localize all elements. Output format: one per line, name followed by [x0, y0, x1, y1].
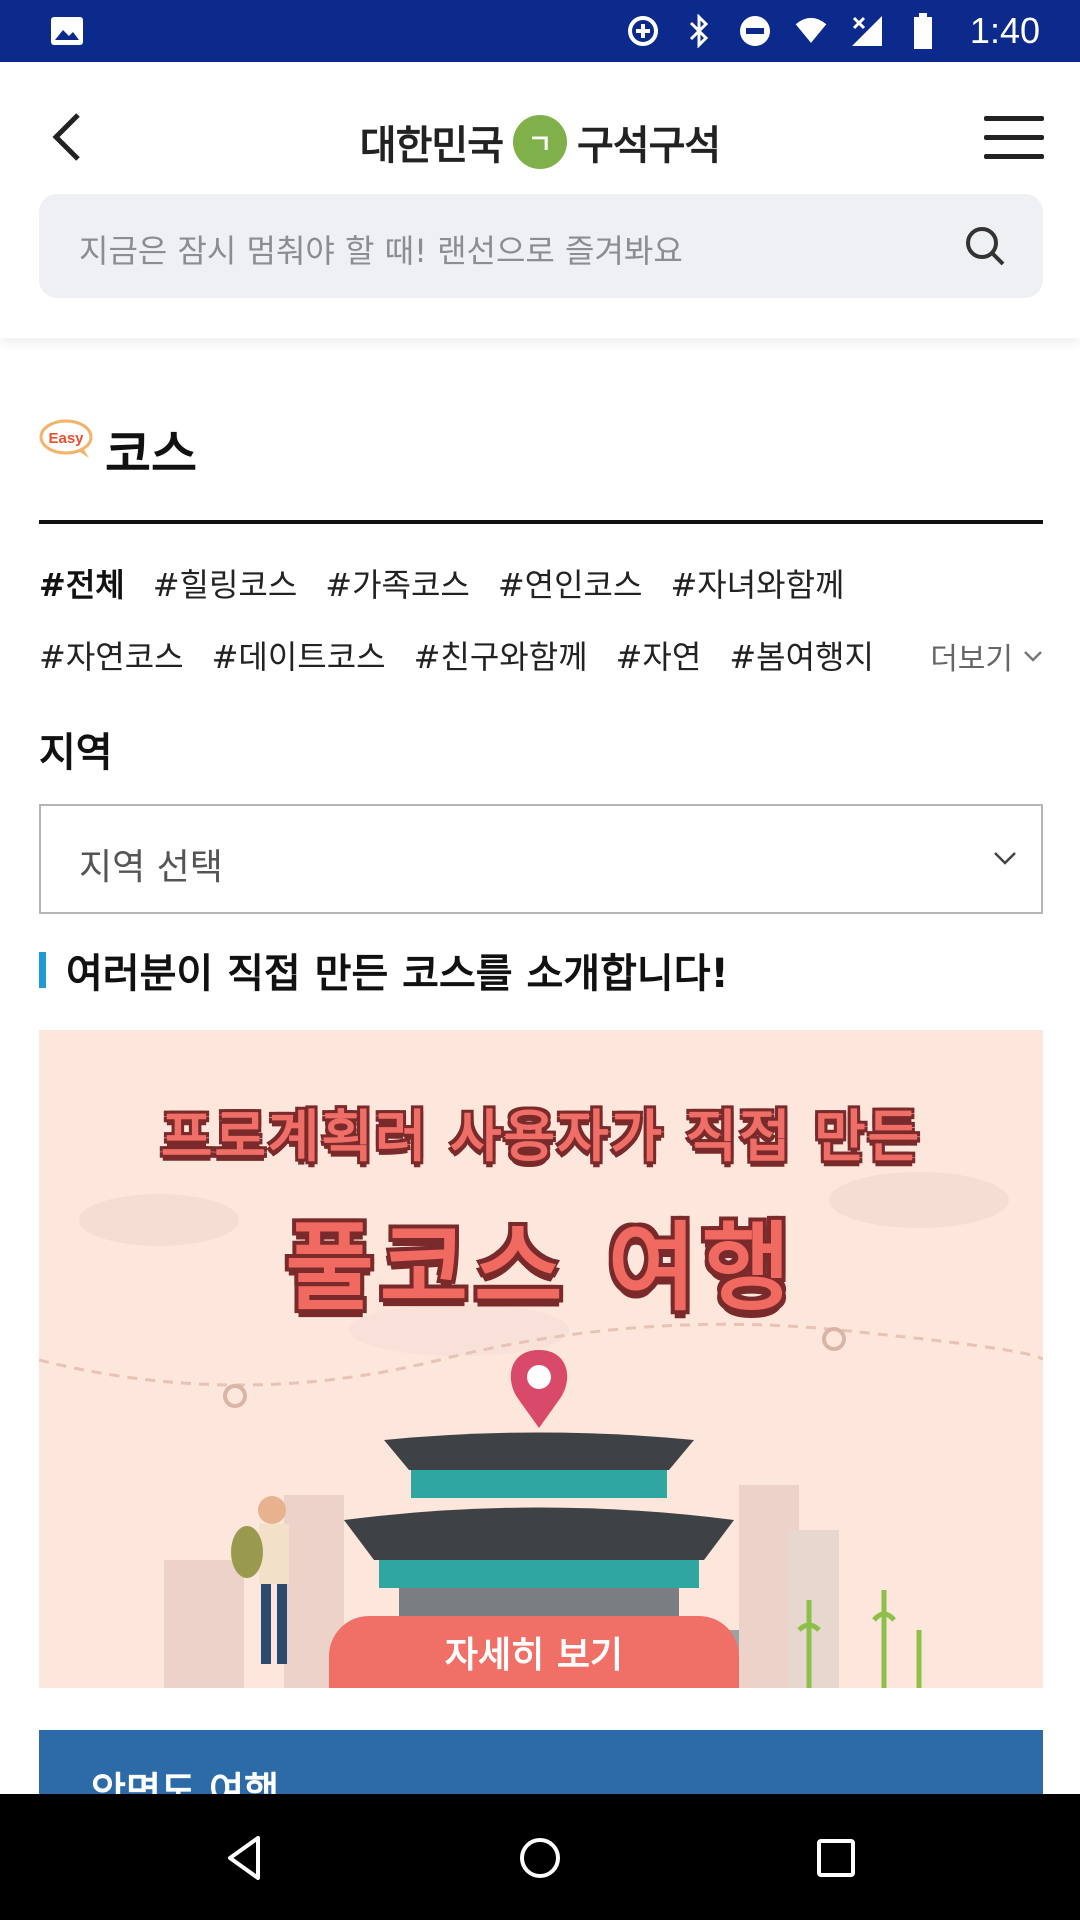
tag-with-friends[interactable]: #친구와함께 — [414, 632, 588, 678]
menu-button[interactable] — [984, 102, 1044, 172]
section-heading-text: 여러분이 직접 만든 코스를 소개합니다! — [66, 951, 729, 997]
logo-text-right: 구석구석 — [577, 123, 721, 169]
system-nav-bar — [0, 1794, 1080, 1920]
more-label: 더보기 — [930, 642, 1013, 677]
status-bar: 1:40 — [0, 0, 1080, 62]
region-select-value: 지역 선택 — [79, 847, 223, 888]
search-placeholder: 지금은 잠시 멈춰야 할 때! 랜선으로 즐겨봐요 — [79, 232, 683, 270]
data-saver-icon — [626, 14, 660, 48]
view-details-button[interactable]: 자세히 보기 — [329, 1616, 739, 1688]
search-input[interactable]: 지금은 잠시 멈춰야 할 때! 랜선으로 즐겨봐요 — [39, 194, 1043, 298]
bluetooth-icon — [682, 14, 716, 48]
nav-home-icon[interactable] — [512, 1830, 568, 1886]
do-not-disturb-icon — [738, 14, 772, 48]
tag-all[interactable]: #전체 — [39, 560, 125, 606]
banner-headline: 프로계획러 사용자가 직접 만든 — [160, 1105, 922, 1170]
title-divider — [39, 520, 1043, 524]
tag-spring-trip[interactable]: #봄여행지 — [729, 632, 874, 678]
chevron-down-icon — [1024, 651, 1042, 662]
banner-title: 풀코스 여행 — [285, 1212, 797, 1324]
page-title: 코스 — [105, 425, 197, 483]
image-notification-icon — [50, 16, 84, 46]
app-header: 대한민국 ㄱ 구석구석 지금은 잠시 멈춰야 할 때! 랜선으로 즐겨봐요 — [0, 62, 1080, 338]
hamburger-line — [984, 153, 1044, 159]
tag-nature-course[interactable]: #자연코스 — [39, 632, 184, 678]
hamburger-icon — [984, 115, 1044, 121]
search-icon[interactable] — [963, 224, 1007, 268]
tag-list-row-1: #전체 #힐링코스 #가족코스 #연인코스 #자녀와함께 — [39, 560, 1043, 606]
wifi-icon — [794, 14, 828, 48]
nav-recents-icon[interactable] — [808, 1830, 864, 1886]
promo-banner[interactable]: 프로계획러 사용자가 직접 만든 풀코스 여행 자세히 보기 — [39, 1030, 1043, 1688]
region-select[interactable]: 지역 선택 — [39, 804, 1043, 914]
signal-icon — [850, 14, 884, 48]
region-label: 지역 — [39, 730, 113, 776]
tag-date-course[interactable]: #데이트코스 — [212, 632, 386, 678]
easy-badge-text: Easy — [48, 430, 84, 447]
site-logo[interactable]: 대한민국 ㄱ 구석구석 — [0, 100, 1080, 184]
battery-icon — [906, 13, 940, 49]
tag-nature[interactable]: #자연 — [616, 632, 702, 678]
logo-text-left: 대한민국 — [359, 123, 504, 169]
tag-list-row-2: #자연코스 #데이트코스 #친구와함께 #자연 #봄여행지 — [39, 632, 1043, 678]
nav-back-icon[interactable] — [218, 1830, 274, 1886]
logo-mark-icon: ㄱ — [513, 115, 567, 169]
section-heading: 여러분이 직접 만든 코스를 소개합니다! — [39, 942, 729, 998]
tag-family[interactable]: #가족코스 — [325, 560, 470, 606]
chevron-down-icon — [994, 852, 1016, 865]
tag-healing[interactable]: #힐링코스 — [153, 560, 298, 606]
tag-with-kids[interactable]: #자녀와함께 — [670, 560, 844, 606]
more-tags-button[interactable]: 더보기 — [930, 634, 1043, 678]
status-time: 1:40 — [969, 10, 1040, 51]
hamburger-line — [984, 134, 1044, 140]
page-title-row: Easy 코스 — [39, 410, 197, 490]
easy-badge-icon: Easy — [39, 419, 93, 458]
heading-accent-bar — [39, 952, 46, 988]
tag-couple[interactable]: #연인코스 — [498, 560, 643, 606]
